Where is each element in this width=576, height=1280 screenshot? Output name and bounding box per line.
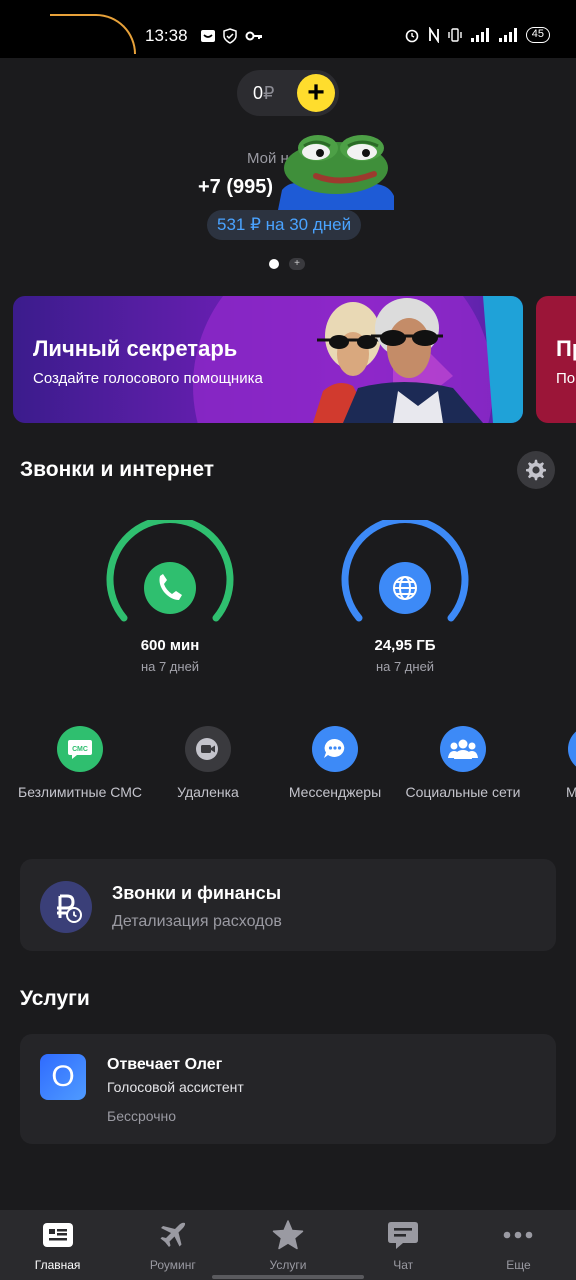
option-unlimited-sms[interactable]: СМС Безлимитные СМС — [15, 726, 145, 800]
key-icon — [245, 31, 262, 41]
nav-item-home[interactable]: Главная — [0, 1210, 115, 1280]
phone-number[interactable]: +7 (995) — [198, 176, 273, 199]
nav-label: Главная — [34, 1258, 81, 1272]
status-time: 13:38 — [145, 26, 188, 45]
status-right-group: 45 — [404, 27, 550, 43]
home-icon — [42, 1223, 73, 1247]
finance-card-subtitle: Детализация расходов — [112, 913, 282, 930]
nav-label: Чат — [393, 1258, 414, 1272]
add-account-dot[interactable]: + — [289, 258, 305, 270]
status-bar: 13:38 45 — [0, 0, 576, 58]
service-title: Отвечает Олег — [107, 1056, 223, 1073]
nav-item-roaming[interactable]: Роуминг — [115, 1210, 230, 1280]
frog-sticker — [278, 135, 394, 210]
option-label: Социальные сети — [405, 784, 521, 800]
account-pager: + — [269, 258, 305, 270]
vibrate-icon — [448, 28, 462, 42]
minutes-value: 600 мин — [140, 637, 200, 654]
balance-currency: ₽ — [263, 83, 275, 103]
svg-text:СМС: СМС — [72, 746, 88, 753]
minutes-gauge[interactable] — [100, 520, 240, 630]
chat-bubble-icon — [312, 726, 358, 772]
internet-period: на 7 дней — [375, 659, 435, 674]
nav-label: Роуминг — [149, 1258, 196, 1272]
notification-icon — [201, 30, 215, 42]
option-label: Безлимитные СМС — [18, 784, 142, 800]
alarm-icon — [405, 29, 419, 43]
option-label: Мессенджеры — [288, 784, 382, 800]
video-icon — [185, 726, 231, 772]
service-term: Бессрочно — [107, 1108, 177, 1124]
service-card-oleg[interactable]: O Отвечает Олег Голосовой ассистент Бесс… — [20, 1034, 556, 1144]
calls-finance-card[interactable]: Звонки и финансы Детализация расходов — [20, 859, 556, 951]
plus-icon: + — [307, 76, 325, 109]
sms-icon: СМС — [57, 726, 103, 772]
people-icon — [440, 726, 486, 772]
option-label: Удаленка — [177, 784, 239, 800]
nav-item-more[interactable]: Еще — [461, 1210, 576, 1280]
promo-banner-secretary[interactable]: Личный секретарь Создайте голосового пом… — [13, 296, 523, 423]
balance-value: 0₽ — [253, 83, 274, 104]
airplane-icon — [160, 1222, 185, 1247]
section-title-services: Услуги — [20, 987, 90, 1010]
internet-value: 24,95 ГБ — [374, 637, 436, 654]
balance-amount: 0 — [253, 83, 264, 103]
banner-subtitle: По — [556, 370, 576, 387]
internet-gauge[interactable] — [335, 520, 475, 630]
bottom-navigation: Главная Роуминг Услуги Чат Еще — [0, 1210, 576, 1280]
tariff-badge[interactable]: 531 ₽ на 30 дней — [207, 210, 362, 240]
option-remote-work[interactable]: Удаленка — [143, 726, 273, 800]
banner-subtitle: Создайте голосового помощника — [33, 370, 263, 387]
settings-button[interactable] — [517, 451, 555, 489]
nav-item-services[interactable]: Услуги — [230, 1210, 345, 1280]
shield-icon — [223, 28, 237, 44]
chat-icon — [388, 1222, 419, 1249]
more-icon — [504, 1231, 533, 1239]
gesture-home-bar[interactable] — [212, 1275, 364, 1279]
service-badge-letter: O — [51, 1060, 75, 1093]
battery-indicator: 45 — [525, 27, 550, 43]
signal-icon-2 — [498, 28, 517, 42]
minutes-period: на 7 дней — [140, 659, 200, 674]
banner-title: Личный секретарь — [33, 336, 238, 361]
nav-item-chat[interactable]: Чат — [346, 1210, 461, 1280]
nfc-icon — [428, 27, 439, 43]
top-up-button[interactable]: + — [297, 74, 335, 112]
gear-icon — [526, 459, 546, 481]
banner-title: Пр — [556, 336, 576, 361]
option-messengers[interactable]: Мессенджеры — [270, 726, 400, 800]
service-subtitle: Голосовой ассистент — [107, 1079, 244, 1095]
option-more-partial[interactable]: М — [526, 726, 576, 800]
balance-pill[interactable]: 0₽ + — [237, 70, 339, 116]
finance-card-title: Звонки и финансы — [112, 883, 282, 903]
ruble-clock-icon — [40, 881, 92, 933]
nav-label: Услуги — [269, 1258, 307, 1272]
signal-icon — [470, 28, 489, 42]
promo-banner-next[interactable]: Пр По — [536, 296, 576, 423]
star-icon — [272, 1220, 304, 1250]
oleg-assistant-icon: O — [40, 1054, 86, 1100]
option-social-networks[interactable]: Социальные сети — [398, 726, 528, 800]
pager-dot-active[interactable] — [269, 259, 279, 269]
more-option-icon — [568, 726, 576, 772]
option-label: М — [566, 784, 576, 800]
nav-label: Еще — [506, 1258, 531, 1272]
camera-cutout-arc — [50, 14, 136, 54]
section-title-calls-internet: Звонки и интернет — [20, 458, 215, 481]
